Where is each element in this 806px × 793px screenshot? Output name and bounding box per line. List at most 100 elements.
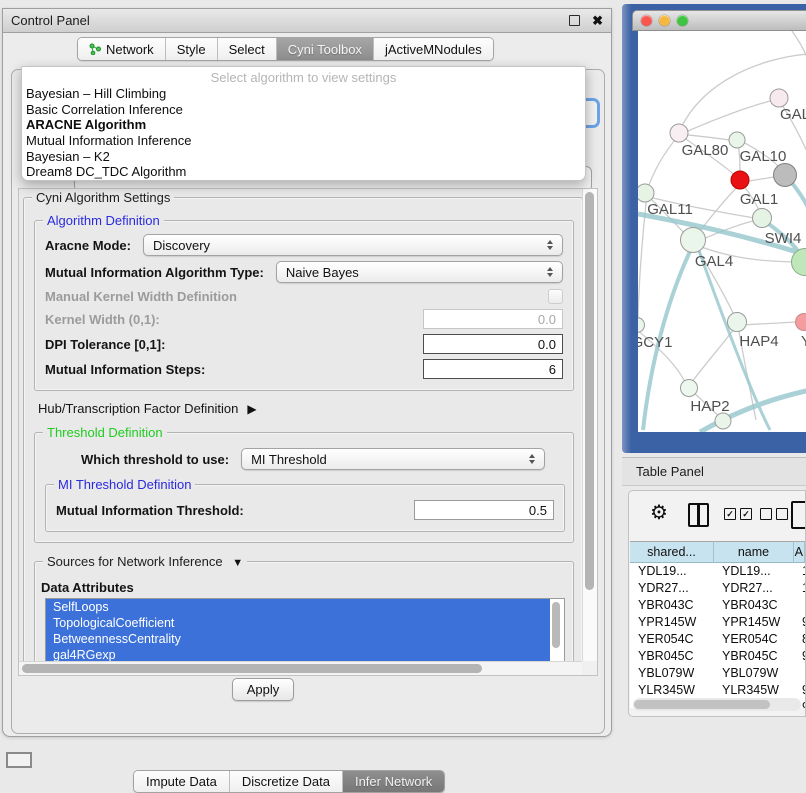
node-label: Y bbox=[801, 333, 806, 350]
dropdown-item[interactable]: Basic Correlation Inference bbox=[22, 102, 585, 118]
dropdown-item[interactable]: Bayesian – Hill Climbing bbox=[22, 86, 585, 102]
algorithm-definition-group: Algorithm Definition Aracne Mode: Discov… bbox=[34, 220, 574, 391]
table-row[interactable]: YDR27...YDR27...12 bbox=[630, 580, 805, 597]
table-row[interactable]: YBR043CYBR043C bbox=[630, 597, 805, 614]
algorithm-definition-title: Algorithm Definition bbox=[43, 213, 164, 228]
zoom-traffic-light[interactable] bbox=[677, 15, 688, 26]
network-node[interactable] bbox=[638, 318, 645, 333]
tab-infer-network[interactable]: Infer Network bbox=[342, 771, 444, 792]
node-label: GAL1 bbox=[740, 191, 778, 208]
panel-handle[interactable] bbox=[6, 752, 32, 768]
deselect-all-icon[interactable] bbox=[760, 508, 788, 520]
network-canvas[interactable]: GAL GAL80 GAL10 GAL1 GAL11 SWI4 GAL4 GCY… bbox=[638, 31, 806, 432]
list-item[interactable]: TopologicalCoefficient bbox=[46, 615, 550, 631]
column-header[interactable]: name bbox=[714, 541, 794, 563]
table-row[interactable]: YBL079WYBL079W bbox=[630, 665, 805, 682]
list-scrollbar[interactable] bbox=[550, 600, 563, 662]
threshold-definition-group: Threshold Definition Which threshold to … bbox=[34, 432, 574, 543]
list-item[interactable]: BetweennessCentrality bbox=[46, 631, 550, 647]
list-item[interactable]: gal4RGexp bbox=[46, 647, 550, 662]
table-header-row: shared... name A bbox=[630, 541, 805, 563]
dpi-tolerance-input[interactable]: 0.0 bbox=[423, 334, 563, 354]
dropdown-item[interactable]: Dream8 DC_TDC Algorithm bbox=[22, 164, 585, 180]
network-node[interactable] bbox=[728, 313, 747, 332]
minimize-traffic-light[interactable] bbox=[659, 15, 670, 26]
dropdown-item[interactable]: Mutual Information Inference bbox=[22, 133, 585, 149]
gear-icon[interactable]: ⚙ bbox=[650, 502, 668, 524]
mi-type-row: Mutual Information Algorithm Type: Naive… bbox=[45, 261, 563, 283]
table-row[interactable]: YER054CYER054C8. bbox=[630, 631, 805, 648]
dropdown-item[interactable]: Bayesian – K2 bbox=[22, 149, 585, 165]
table-row[interactable]: YLR345WYLR345W9. bbox=[630, 682, 805, 699]
control-panel-window: Control Panel ✖ Network Style Select Cyn… bbox=[2, 8, 612, 737]
network-node-selected-red[interactable] bbox=[731, 171, 749, 189]
control-panel-titlebar: Control Panel ✖ bbox=[3, 9, 611, 33]
select-all-icon[interactable]: ✓✓ bbox=[724, 508, 752, 520]
tab-impute-data[interactable]: Impute Data bbox=[134, 771, 229, 792]
control-panel-title: Control Panel bbox=[11, 13, 90, 28]
dpi-tolerance-label: DPI Tolerance [0,1]: bbox=[45, 337, 165, 352]
tab-cyni-toolbox[interactable]: Cyni Toolbox bbox=[276, 38, 373, 60]
mi-threshold-input[interactable]: 0.5 bbox=[414, 500, 554, 520]
network-node[interactable] bbox=[715, 413, 731, 429]
sources-group: Sources for Network Inference ▼ Data Att… bbox=[34, 561, 574, 662]
network-tab-icon bbox=[89, 43, 101, 55]
network-node[interactable] bbox=[729, 132, 745, 148]
kernel-width-input[interactable]: 0.0 bbox=[423, 309, 563, 329]
node-label: GAL10 bbox=[740, 148, 787, 165]
dropdown-item-selected[interactable]: ARACNE Algorithm bbox=[22, 117, 585, 133]
network-node[interactable] bbox=[796, 314, 806, 331]
mi-algorithm-type-combobox[interactable]: Naive Bayes bbox=[276, 261, 563, 283]
data-attributes-list[interactable]: SelfLoops TopologicalCoefficient Between… bbox=[45, 598, 565, 662]
network-node[interactable] bbox=[770, 89, 788, 107]
tab-network[interactable]: Network bbox=[78, 38, 165, 60]
tab-select[interactable]: Select bbox=[217, 38, 276, 60]
table-row[interactable]: YPR145WYPR145W9. bbox=[630, 614, 805, 631]
tab-discretize-data[interactable]: Discretize Data bbox=[229, 771, 342, 792]
algorithm-dropdown-list: Select algorithm to view settings Bayesi… bbox=[21, 66, 586, 181]
mi-steps-input[interactable]: 6 bbox=[423, 359, 563, 379]
close-icon[interactable]: ✖ bbox=[592, 16, 603, 26]
expand-triangle-icon: ▶ bbox=[247, 402, 256, 416]
network-node[interactable] bbox=[670, 124, 688, 142]
network-node[interactable] bbox=[681, 380, 698, 397]
column-header[interactable]: A bbox=[794, 541, 805, 563]
table-row[interactable]: YBR045CYBR045C9. bbox=[630, 648, 805, 665]
settings-horizontal-scrollbar[interactable] bbox=[19, 661, 582, 675]
table-horizontal-scrollbar[interactable] bbox=[633, 698, 801, 711]
collapse-triangle-icon: ▼ bbox=[232, 557, 243, 569]
export-table-icon[interactable] bbox=[791, 501, 806, 529]
network-node[interactable] bbox=[774, 164, 797, 187]
float-window-icon[interactable] bbox=[569, 15, 580, 26]
network-window: GAL GAL80 GAL10 GAL1 GAL11 SWI4 GAL4 GCY… bbox=[632, 10, 806, 453]
manual-kernel-checkbox[interactable] bbox=[548, 289, 563, 304]
node-label: GAL11 bbox=[647, 201, 693, 218]
threshold-definition-title: Threshold Definition bbox=[43, 425, 167, 440]
which-threshold-combobox[interactable]: MI Threshold bbox=[241, 448, 545, 470]
mi-threshold-label: Mutual Information Threshold: bbox=[56, 503, 244, 518]
network-view-panel: GAL GAL80 GAL10 GAL1 GAL11 SWI4 GAL4 GCY… bbox=[622, 4, 806, 453]
aracne-mode-label: Aracne Mode: bbox=[45, 238, 131, 253]
network-node[interactable] bbox=[638, 184, 654, 202]
aracne-mode-combobox[interactable]: Discovery bbox=[143, 234, 563, 256]
table-panel-headerbar: Table Panel bbox=[622, 457, 806, 486]
node-label: SWI4 bbox=[765, 230, 802, 247]
network-node[interactable] bbox=[753, 209, 772, 228]
network-window-titlebar[interactable] bbox=[632, 10, 806, 31]
settings-vertical-scrollbar[interactable] bbox=[582, 189, 597, 662]
tab-jactivemnodules[interactable]: jActiveMNodules bbox=[373, 38, 493, 60]
mi-steps-row: Mutual Information Steps: 6 bbox=[45, 359, 563, 379]
table-row[interactable]: YDL19...YDL19...13 bbox=[630, 563, 805, 580]
network-node[interactable] bbox=[681, 228, 706, 253]
list-item[interactable]: SelfLoops bbox=[46, 599, 550, 615]
tab-style[interactable]: Style bbox=[165, 38, 217, 60]
stepper-icon bbox=[528, 454, 536, 464]
stepper-icon bbox=[546, 240, 554, 250]
which-threshold-label: Which threshold to use: bbox=[81, 452, 229, 467]
close-traffic-light[interactable] bbox=[641, 15, 652, 26]
hub-definition-toggle[interactable]: Hub/Transcription Factor Definition ▶ bbox=[38, 401, 582, 416]
column-browser-icon[interactable] bbox=[688, 503, 709, 527]
column-header[interactable]: shared... bbox=[630, 541, 714, 563]
sources-title[interactable]: Sources for Network Inference ▼ bbox=[43, 554, 247, 569]
apply-button[interactable]: Apply bbox=[232, 678, 294, 701]
